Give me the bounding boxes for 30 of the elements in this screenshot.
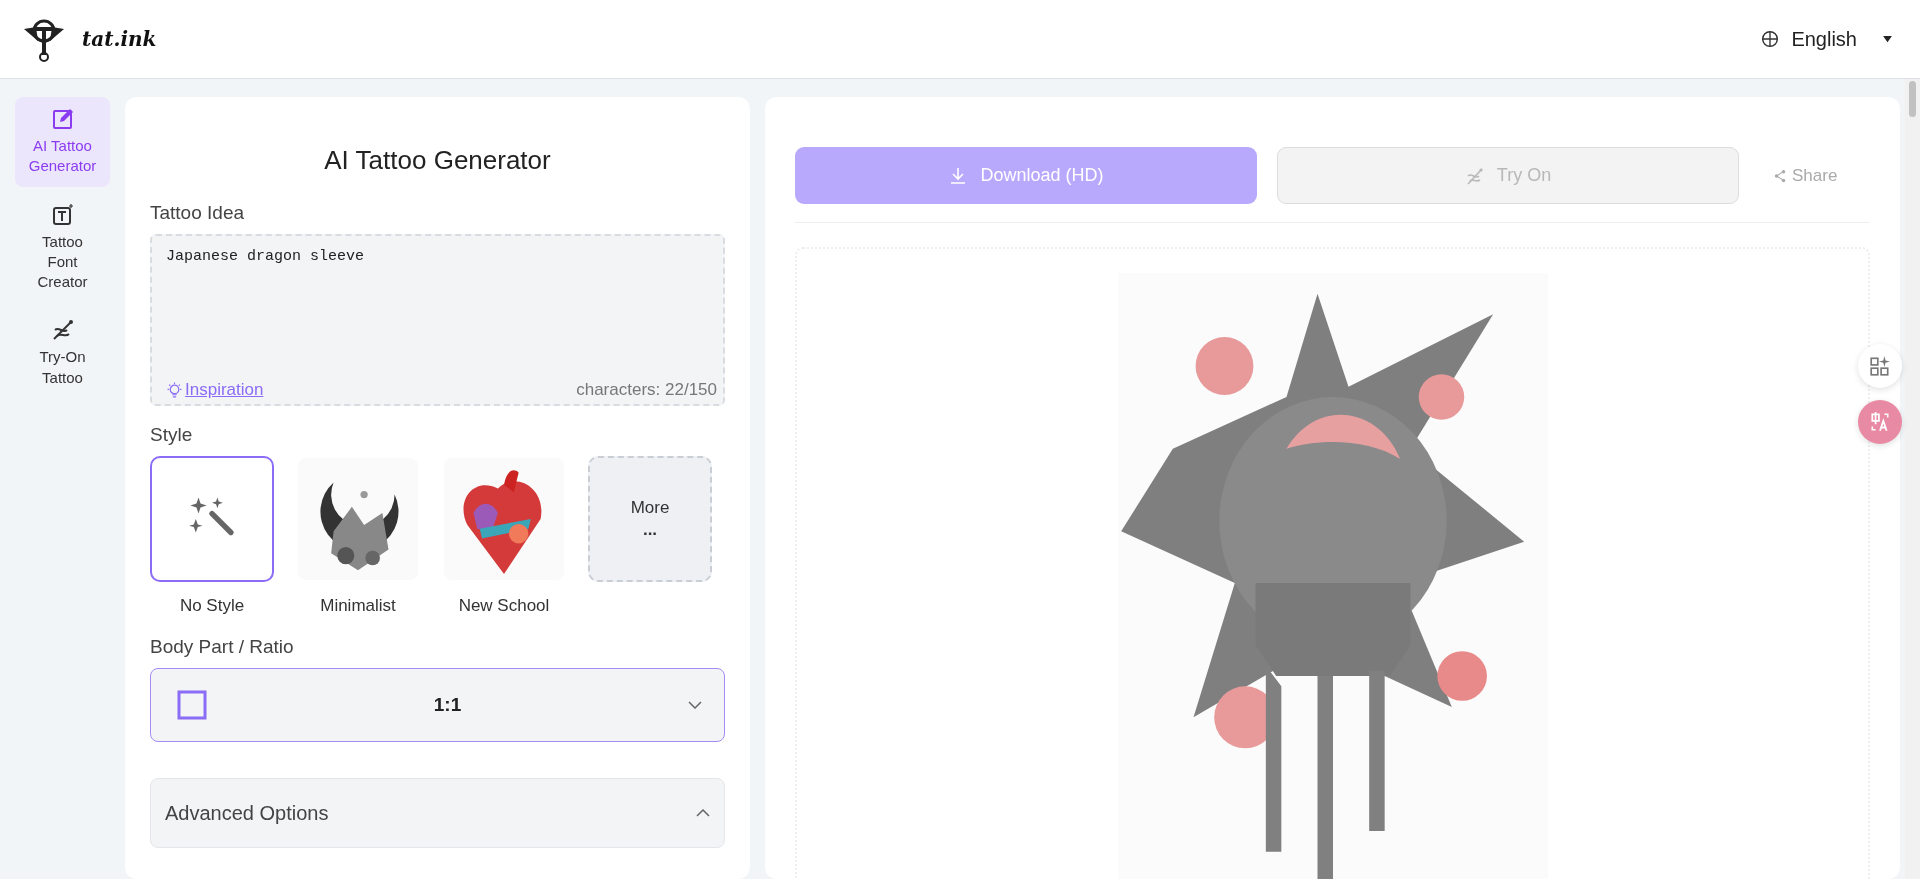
edit-icon [50, 107, 75, 131]
apps-icon [1869, 355, 1891, 377]
sidebar-item[interactable]: Tattoo Font Creator [15, 192, 110, 303]
panel-title: AI Tattoo Generator [323, 145, 552, 176]
translate-icon [1869, 411, 1891, 433]
chevron-up-icon [696, 809, 710, 817]
share-icon [1773, 168, 1787, 183]
caret-icon [1883, 35, 1892, 43]
section-label: Tattoo Idea [150, 202, 246, 224]
idea-field[interactable]: Japanese dragon sleeve Inspiration characters: 22/150 [150, 234, 725, 406]
character-counter: characters: 22/150 [576, 380, 717, 400]
sidebar-item[interactable]: Try-On Tattoo [15, 308, 110, 398]
ratio-select[interactable]: 1:1 [150, 668, 725, 742]
brand-name[interactable]: tat.ink [82, 27, 157, 51]
square-icon [177, 690, 207, 720]
section-label: Body Part / Ratio [150, 636, 295, 658]
lightbulb-icon [166, 381, 183, 399]
section-label: Style [150, 424, 194, 446]
more-styles-button[interactable]: More ... [588, 456, 712, 582]
advanced-options-toggle[interactable]: Advanced Options [150, 778, 725, 848]
style-label: Minimalist [320, 596, 396, 616]
text-icon [50, 202, 75, 227]
globe-icon [1761, 30, 1780, 48]
scrollbar-thumb[interactable] [1909, 81, 1916, 117]
sidebar-item[interactable]: AI Tattoo Generator [15, 97, 110, 187]
style-label: New School [458, 596, 550, 616]
scrollbar[interactable] [1905, 79, 1920, 879]
style-label: No Style [179, 596, 245, 616]
chevron-down-icon [688, 701, 702, 709]
language-selector[interactable]: English [1757, 23, 1896, 55]
